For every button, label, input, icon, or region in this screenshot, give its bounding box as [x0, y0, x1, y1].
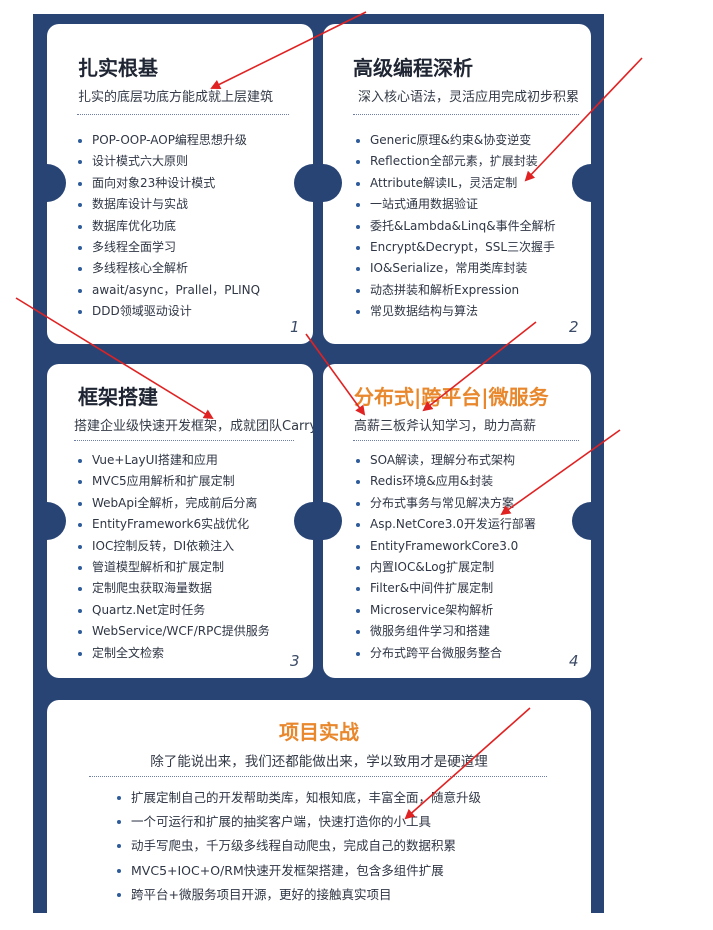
- card-title: 项目实战: [279, 720, 359, 744]
- list-item: 跨平台+微服务项目开源，更好的接触真实项目: [117, 883, 481, 907]
- list-item: Redis环境&应用&封装: [356, 471, 536, 492]
- card-number: 4: [569, 652, 579, 670]
- list-item: 定制爬虫获取海量数据: [78, 578, 270, 599]
- ticket-notch: [572, 502, 591, 540]
- list-item: Asp.NetCore3.0开发运行部署: [356, 514, 536, 535]
- card-advanced: 高级编程深析 深入核心语法，灵活应用完成初步积累 Generic原理&约束&协变…: [323, 24, 591, 344]
- list-item: Microservice架构解析: [356, 600, 536, 621]
- card-number: 2: [569, 318, 579, 336]
- card-title: 扎实根基: [78, 56, 158, 80]
- card-subtitle: 深入核心语法，灵活应用完成初步积累: [358, 90, 580, 105]
- topic-list: Vue+LayUI搭建和应用 MVC5应用解析和扩展定制 WebApi全解析，完…: [78, 450, 270, 664]
- list-item: 设计模式六大原则: [78, 151, 260, 172]
- list-item: 分布式事务与常见解决方案: [356, 493, 536, 514]
- ticket-notch: [323, 502, 342, 540]
- card-subtitle: 搭建企业级快速开发框架，成就团队Carry: [74, 419, 313, 434]
- list-item: 数据库优化功底: [78, 216, 260, 237]
- card-foundation: 扎实根基 扎实的底层功底方能成就上层建筑 POP-OOP-AOP编程思想升级 设…: [47, 24, 313, 344]
- list-item: 一个可运行和扩展的抽奖客户端，快速打造你的小工具: [117, 810, 481, 834]
- card-title: 框架搭建: [78, 385, 158, 409]
- list-item: 常见数据结构与算法: [356, 301, 556, 322]
- card-subtitle: 除了能说出来，我们还都能做出来，学以致用才是硬道理: [150, 754, 488, 770]
- ticket-notch: [47, 164, 66, 202]
- divider: [77, 114, 289, 115]
- topic-list: SOA解读，理解分布式架构 Redis环境&应用&封装 分布式事务与常见解决方案…: [356, 450, 536, 664]
- divider: [74, 440, 294, 441]
- list-item: 动手写爬虫，千万级多线程自动爬虫，完成自己的数据积累: [117, 834, 481, 858]
- divider: [353, 114, 579, 115]
- list-item: Attribute解读IL，灵活定制: [356, 173, 556, 194]
- list-item: 动态拼装和解析Expression: [356, 280, 556, 301]
- card-number: 1: [290, 318, 300, 336]
- list-item: 数据库设计与实战: [78, 194, 260, 215]
- list-item: 定制全文检索: [78, 643, 270, 664]
- list-item: EntityFrameworkCore3.0: [356, 536, 536, 557]
- list-item: IO&Serialize，常用类库封装: [356, 258, 556, 279]
- card-number: 3: [290, 652, 300, 670]
- list-item: 委托&Lambda&Linq&事件全解析: [356, 216, 556, 237]
- list-item: IOC控制反转，DI依赖注入: [78, 536, 270, 557]
- list-item: 面向对象23种设计模式: [78, 173, 260, 194]
- topic-list: 扩展定制自己的开发帮助类库，知根知底，丰富全面，随意升级 一个可运行和扩展的抽奖…: [117, 786, 481, 907]
- list-item: 管道模型解析和扩展定制: [78, 557, 270, 578]
- ticket-notch: [323, 164, 342, 202]
- list-item: MVC5+IOC+O/RM快速开发框架搭建，包含多组件扩展: [117, 859, 481, 883]
- list-item: 多线程核心全解析: [78, 258, 260, 279]
- list-item: Vue+LayUI搭建和应用: [78, 450, 270, 471]
- list-item: WebService/WCF/RPC提供服务: [78, 621, 270, 642]
- list-item: EntityFramework6实战优化: [78, 514, 270, 535]
- list-item: MVC5应用解析和扩展定制: [78, 471, 270, 492]
- list-item: POP-OOP-AOP编程思想升级: [78, 130, 260, 151]
- topic-list: POP-OOP-AOP编程思想升级 设计模式六大原则 面向对象23种设计模式 数…: [78, 130, 260, 323]
- divider: [89, 776, 547, 777]
- divider: [353, 440, 579, 441]
- card-project: 项目实战 除了能说出来，我们还都能做出来，学以致用才是硬道理 扩展定制自己的开发…: [47, 700, 591, 930]
- list-item: 内置IOC&Log扩展定制: [356, 557, 536, 578]
- list-item: Generic原理&约束&协变逆变: [356, 130, 556, 151]
- list-item: SOA解读，理解分布式架构: [356, 450, 536, 471]
- list-item: 扩展定制自己的开发帮助类库，知根知底，丰富全面，随意升级: [117, 786, 481, 810]
- list-item: 分布式跨平台微服务整合: [356, 643, 536, 664]
- list-item: 一站式通用数据验证: [356, 194, 556, 215]
- list-item: Reflection全部元素，扩展封装: [356, 151, 556, 172]
- card-subtitle: 高薪三板斧认知学习，助力高薪: [354, 419, 537, 434]
- ticket-notch: [294, 502, 313, 540]
- card-distributed: 分布式|跨平台|微服务 高薪三板斧认知学习，助力高薪 SOA解读，理解分布式架构…: [323, 364, 591, 678]
- ticket-notch: [294, 164, 313, 202]
- ticket-notch: [47, 502, 66, 540]
- list-item: Filter&中间件扩展定制: [356, 578, 536, 599]
- list-item: DDD领域驱动设计: [78, 301, 260, 322]
- card-subtitle: 扎实的底层功底方能成就上层建筑: [78, 90, 274, 105]
- list-item: Quartz.Net定时任务: [78, 600, 270, 621]
- card-title: 分布式|跨平台|微服务: [354, 385, 549, 409]
- ticket-notch: [572, 164, 591, 202]
- card-title: 高级编程深析: [353, 56, 473, 80]
- list-item: Encrypt&Decrypt，SSL三次握手: [356, 237, 556, 258]
- list-item: 微服务组件学习和搭建: [356, 621, 536, 642]
- list-item: WebApi全解析，完成前后分离: [78, 493, 270, 514]
- list-item: await/async，Prallel，PLINQ: [78, 280, 260, 301]
- list-item: 多线程全面学习: [78, 237, 260, 258]
- topic-list: Generic原理&约束&协变逆变 Reflection全部元素，扩展封装 At…: [356, 130, 556, 323]
- card-framework: 框架搭建 搭建企业级快速开发框架，成就团队Carry Vue+LayUI搭建和应…: [47, 364, 313, 678]
